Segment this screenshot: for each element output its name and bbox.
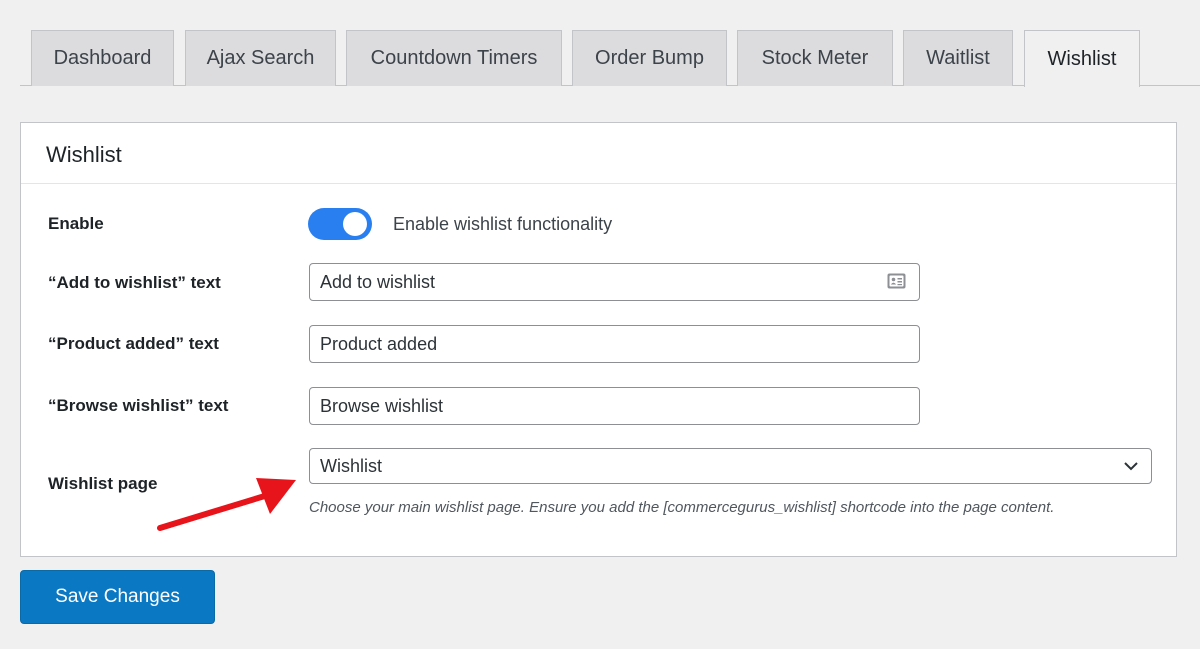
browse-wishlist-label: “Browse wishlist” text [48, 396, 229, 415]
tab-dashboard[interactable]: Dashboard [31, 30, 174, 86]
red-arrow-icon [157, 478, 296, 531]
tab-wishlist[interactable]: Wishlist [1024, 30, 1140, 87]
panel-title: Wishlist [21, 123, 1176, 184]
enable-label: Enable [48, 214, 104, 233]
wishlist-page-label: Wishlist page [48, 474, 158, 493]
contact-card-icon[interactable] [887, 273, 906, 289]
tab-order-bump[interactable]: Order Bump [572, 30, 727, 86]
settings-tabs: Dashboard Ajax Search Countdown Timers O… [20, 30, 1200, 87]
save-changes-button[interactable]: Save Changes [20, 570, 215, 624]
browse-wishlist-input[interactable] [309, 387, 920, 425]
wishlist-page-select[interactable]: Wishlist [309, 448, 1152, 484]
wishlist-page-selected: Wishlist [320, 456, 382, 476]
product-added-input[interactable] [309, 325, 920, 363]
product-added-label: “Product added” text [48, 334, 219, 353]
tab-ajax-search[interactable]: Ajax Search [185, 30, 336, 86]
add-to-wishlist-input[interactable] [309, 263, 920, 301]
enable-toggle[interactable] [308, 208, 372, 240]
wishlist-page-help: Choose your main wishlist page. Ensure y… [309, 499, 1055, 516]
toggle-knob [343, 212, 367, 236]
chevron-down-icon [1124, 462, 1138, 471]
add-to-wishlist-label: “Add to wishlist” text [48, 273, 221, 292]
enable-toggle-text: Enable wishlist functionality [393, 214, 613, 234]
tab-waitlist[interactable]: Waitlist [903, 30, 1013, 86]
tab-stock-meter[interactable]: Stock Meter [737, 30, 893, 86]
tab-countdown-timers[interactable]: Countdown Timers [346, 30, 562, 86]
